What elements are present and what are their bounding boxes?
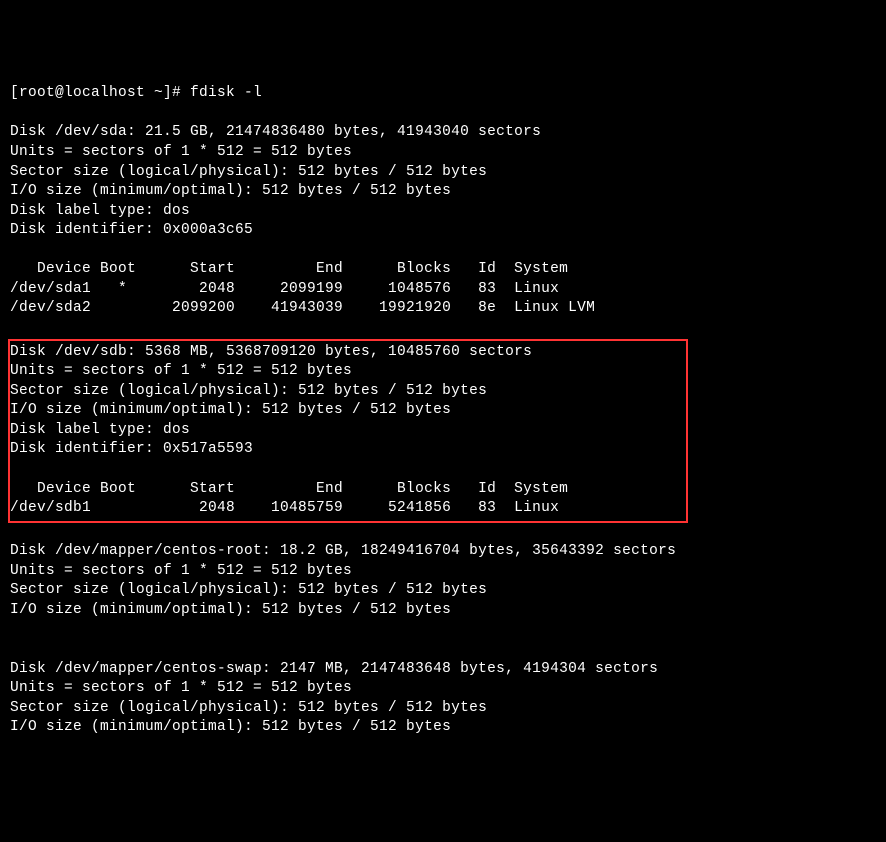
blank-line [10,640,876,660]
disk-sda-identifier: Disk identifier: 0x000a3c65 [10,221,876,241]
disk-centos-root-sector-size: Sector size (logical/physical): 512 byte… [10,581,876,601]
terminal-output: [root@localhost ~]# fdisk -l Disk /dev/sd… [10,84,876,738]
disk-centos-swap-header: Disk /dev/mapper/centos-swap: 2147 MB, 2… [10,660,876,680]
sdb-partition-row: /dev/sdb1 2048 10485759 5241856 83 Linux [10,499,686,519]
blank-line [10,319,876,339]
disk-centos-root-units: Units = sectors of 1 * 512 = 512 bytes [10,562,876,582]
disk-sda-units: Units = sectors of 1 * 512 = 512 bytes [10,143,876,163]
disk-sdb-header: Disk /dev/sdb: 5368 MB, 5368709120 bytes… [10,343,686,363]
disk-sdb-label-type: Disk label type: dos [10,421,686,441]
command-prompt: [root@localhost ~]# fdisk -l [10,84,876,104]
sda-partition-row: /dev/sda1 * 2048 2099199 1048576 83 Linu… [10,280,876,300]
blank-line [10,241,876,261]
disk-sda-sector-size: Sector size (logical/physical): 512 byte… [10,163,876,183]
disk-centos-swap-io-size: I/O size (minimum/optimal): 512 bytes / … [10,718,876,738]
sdb-highlight-box: Disk /dev/sdb: 5368 MB, 5368709120 bytes… [8,339,688,523]
blank-line [10,460,686,480]
disk-centos-swap-sector-size: Sector size (logical/physical): 512 byte… [10,699,876,719]
disk-centos-root-io-size: I/O size (minimum/optimal): 512 bytes / … [10,601,876,621]
disk-sdb-io-size: I/O size (minimum/optimal): 512 bytes / … [10,401,686,421]
disk-centos-swap-units: Units = sectors of 1 * 512 = 512 bytes [10,679,876,699]
disk-sdb-sector-size: Sector size (logical/physical): 512 byte… [10,382,686,402]
disk-sda-io-size: I/O size (minimum/optimal): 512 bytes / … [10,182,876,202]
disk-sdb-identifier: Disk identifier: 0x517a5593 [10,440,686,460]
disk-sda-header: Disk /dev/sda: 21.5 GB, 21474836480 byte… [10,123,876,143]
disk-centos-root-header: Disk /dev/mapper/centos-root: 18.2 GB, 1… [10,542,876,562]
sda-partition-table-header: Device Boot Start End Blocks Id System [10,260,876,280]
disk-sda-label-type: Disk label type: dos [10,202,876,222]
blank-line [10,620,876,640]
blank-line [10,523,876,543]
blank-line [10,104,876,124]
disk-sdb-units: Units = sectors of 1 * 512 = 512 bytes [10,362,686,382]
sda-partition-row: /dev/sda2 2099200 41943039 19921920 8e L… [10,299,876,319]
sdb-partition-table-header: Device Boot Start End Blocks Id System [10,480,686,500]
